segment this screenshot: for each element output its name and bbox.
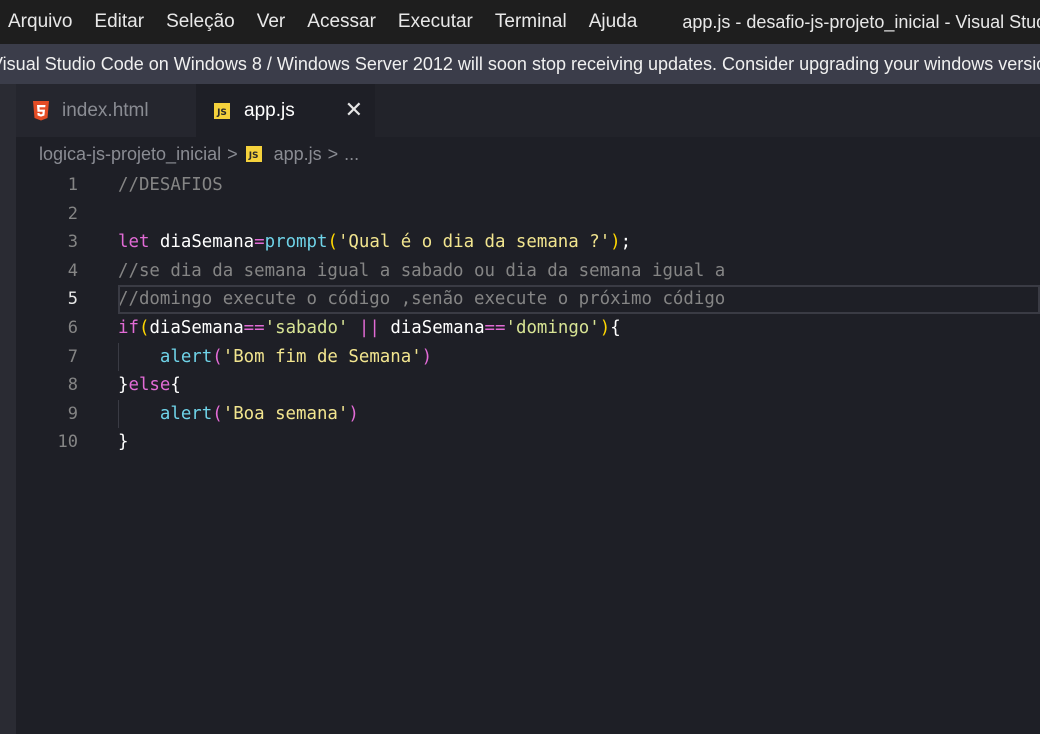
code-line[interactable]: let diaSemana=prompt('Qual é o dia da se… <box>118 228 1040 257</box>
menu-acessar[interactable]: Acessar <box>296 0 387 44</box>
line-number: 3 <box>67 232 78 253</box>
code-line-current[interactable]: //domingo execute o código ,senão execut… <box>118 285 1040 314</box>
code-paren: ) <box>599 317 611 338</box>
code-paren: ( <box>327 232 338 253</box>
banner-text: Visual Studio Code on Windows 8 / Window… <box>0 54 1040 74</box>
chevron-right-icon: > <box>227 143 238 164</box>
code-function: alert <box>159 403 213 424</box>
code-string: 'Boa semana' <box>222 403 349 424</box>
code-operator: == <box>484 317 506 338</box>
code-keyword: let <box>118 232 150 253</box>
code-paren: ( <box>212 403 223 424</box>
line-number: 8 <box>67 375 78 396</box>
code-operator: || <box>358 317 380 338</box>
line-number: 6 <box>67 317 78 338</box>
js-icon: JS <box>245 146 262 162</box>
line-number: 2 <box>67 203 78 224</box>
breadcrumb: logica-js-projeto_inicial > JS app.js > … <box>39 140 359 168</box>
menu-executar[interactable]: Executar <box>387 0 484 44</box>
code-function: alert <box>159 346 213 367</box>
code-line[interactable]: }else{ <box>118 371 1040 400</box>
code-line[interactable] <box>118 200 1040 229</box>
code-area[interactable]: //DESAFIOS let diaSemana=prompt('Qual é … <box>118 171 1040 457</box>
breadcrumb-file[interactable]: app.js <box>274 144 322 165</box>
code-paren: ) <box>421 346 433 367</box>
code-paren: ( <box>212 346 223 367</box>
line-number-gutter: 1 2 3 4 5 6 7 8 9 10 <box>16 171 78 457</box>
code-line[interactable]: alert('Bom fim de Semana') <box>118 342 1040 372</box>
update-notification-banner: Visual Studio Code on Windows 8 / Window… <box>0 44 1040 84</box>
code-comment: //domingo execute o código ,senão execut… <box>118 289 726 310</box>
js-icon: JS <box>214 102 230 119</box>
breadcrumb-folder[interactable]: logica-js-projeto_inicial <box>39 144 221 165</box>
code-variable: diaSemana <box>390 317 485 338</box>
menu-arquivo[interactable]: Arquivo <box>0 0 83 44</box>
code-editor[interactable]: 1 2 3 4 5 6 7 8 9 10 //DESAFIOS let diaS… <box>16 171 1040 734</box>
code-comment: //se dia da semana igual a sabado ou dia… <box>118 260 726 281</box>
code-line[interactable]: //se dia da semana igual a sabado ou dia… <box>118 257 1040 286</box>
tab-bar: index.html JS app.js ✕ <box>16 84 1040 137</box>
html5-icon <box>33 100 49 120</box>
indent-guide <box>118 342 119 372</box>
code-string: 'domingo' <box>505 317 600 338</box>
code-line[interactable]: alert('Boa semana') <box>118 399 1040 429</box>
code-brace: } <box>118 375 129 396</box>
tab-label: index.html <box>62 99 149 121</box>
tab-index-html[interactable]: index.html <box>16 84 196 137</box>
menu-terminal[interactable]: Terminal <box>484 0 578 44</box>
line-number: 4 <box>67 260 78 281</box>
code-string: 'Qual é o dia da semana ?' <box>337 232 611 253</box>
breadcrumb-more[interactable]: ... <box>344 144 359 165</box>
code-variable: diaSemana <box>159 232 255 253</box>
code-function: prompt <box>264 232 328 253</box>
line-number: 7 <box>67 346 78 367</box>
code-variable: diaSemana <box>149 317 244 338</box>
menu-ver[interactable]: Ver <box>246 0 297 44</box>
tab-label: app.js <box>244 99 295 121</box>
title-bar: Arquivo Editar Seleção Ver Acessar Execu… <box>0 0 1040 44</box>
close-icon[interactable]: ✕ <box>345 97 363 123</box>
code-string: 'Bom fim de Semana' <box>222 346 422 367</box>
code-string: 'sabado' <box>264 317 349 338</box>
code-keyword: if <box>118 317 139 338</box>
line-number: 9 <box>67 403 78 424</box>
code-comment: //DESAFIOS <box>118 175 223 195</box>
indent-guide <box>118 399 119 429</box>
code-keyword: else <box>128 375 171 396</box>
line-number-current: 5 <box>67 289 78 310</box>
code-paren: ) <box>610 232 621 253</box>
code-line[interactable]: } <box>118 428 1040 457</box>
code-line[interactable]: //DESAFIOS <box>118 171 1040 200</box>
activity-bar <box>0 84 16 734</box>
menu-editar[interactable]: Editar <box>83 0 155 44</box>
code-operator: = <box>254 232 265 253</box>
code-operator: == <box>243 317 265 338</box>
code-brace: } <box>118 432 129 453</box>
chevron-right-icon: > <box>327 143 339 164</box>
menu-ajuda[interactable]: Ajuda <box>578 0 649 44</box>
tab-app-js[interactable]: JS app.js ✕ <box>196 84 375 137</box>
menu-selecao[interactable]: Seleção <box>155 0 246 44</box>
code-paren: ) <box>348 403 359 424</box>
line-number: 1 <box>67 175 78 195</box>
code-paren: ( <box>138 317 150 338</box>
code-punctuation: ; <box>620 232 632 253</box>
line-number: 10 <box>57 432 78 453</box>
code-line[interactable]: if(diaSemana=='sabado' || diaSemana=='do… <box>118 314 1040 343</box>
code-brace: { <box>610 317 621 338</box>
window-title: app.js - desafio-js-projeto_inicial - Vi… <box>682 11 1040 32</box>
code-brace: { <box>170 375 181 396</box>
